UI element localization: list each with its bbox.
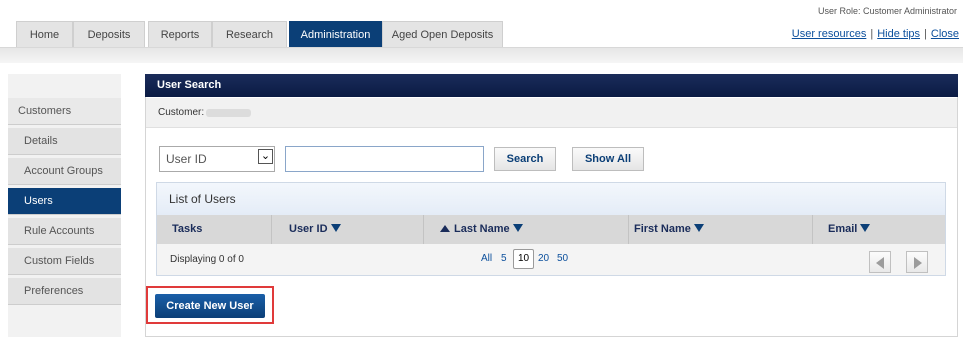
list-title: List of Users <box>157 183 945 215</box>
column-email[interactable]: Email <box>828 215 871 244</box>
page-size-50[interactable]: 50 <box>557 250 568 268</box>
filter-icon[interactable] <box>330 224 341 233</box>
pager-row <box>157 244 945 275</box>
tab-home[interactable]: Home <box>16 21 73 47</box>
customer-row: Customer: <box>146 98 957 128</box>
tab-deposits[interactable]: Deposits <box>73 21 145 47</box>
column-divider <box>812 215 813 244</box>
column-divider <box>628 215 629 244</box>
column-label: Tasks <box>172 223 203 235</box>
chevron-down-icon[interactable]: ⌄ <box>258 149 273 164</box>
customer-label: Customer: <box>158 107 205 118</box>
sidebar-item-custom-fields[interactable]: Custom Fields <box>8 248 121 275</box>
page-size-5[interactable]: 5 <box>501 250 507 268</box>
previous-page-button[interactable] <box>869 251 891 273</box>
column-user-id[interactable]: User ID <box>289 215 341 244</box>
column-first-name[interactable]: First Name <box>634 215 704 244</box>
column-tasks: Tasks <box>172 215 202 244</box>
user-role-label: User Role: Customer Administrator <box>817 6 957 16</box>
column-label: Last Name <box>454 223 510 235</box>
tab-reports[interactable]: Reports <box>148 21 212 47</box>
panel-title: User Search <box>145 74 958 97</box>
table-header <box>157 215 945 244</box>
customer-name-redacted <box>206 109 251 117</box>
nav-divider <box>0 47 963 63</box>
sidebar-item-preferences[interactable]: Preferences <box>8 278 121 305</box>
show-all-button[interactable]: Show All <box>572 147 644 171</box>
displaying-count: Displaying 0 of 0 <box>170 254 244 265</box>
filter-icon[interactable] <box>693 224 704 233</box>
column-divider <box>271 215 272 244</box>
close-link[interactable]: Close <box>931 28 959 40</box>
column-divider <box>423 215 424 244</box>
filter-icon[interactable] <box>860 224 871 233</box>
create-new-user-button[interactable]: Create New User <box>155 294 265 318</box>
tab-aged-open-deposits[interactable]: Aged Open Deposits <box>382 21 503 47</box>
chevron-left-icon <box>876 257 884 269</box>
page-size-10[interactable]: 10 <box>513 249 535 269</box>
page-size-all[interactable]: All <box>481 250 492 268</box>
chevron-right-icon <box>914 257 922 269</box>
filter-icon[interactable] <box>512 224 523 233</box>
sidebar-item-customers[interactable]: Customers <box>8 98 121 125</box>
page-size-20[interactable]: 20 <box>538 250 549 268</box>
sidebar-item-details[interactable]: Details <box>8 128 121 155</box>
link-separator: | <box>924 28 927 40</box>
link-separator: | <box>870 28 874 40</box>
column-label: Email <box>828 223 858 235</box>
tab-research[interactable]: Research <box>212 21 287 47</box>
sidebar-item-users[interactable]: Users <box>8 188 121 215</box>
sidebar-item-rule-accounts[interactable]: Rule Accounts <box>8 218 121 245</box>
top-links: User resources | Hide tips | Close <box>792 28 959 40</box>
search-button[interactable]: Search <box>494 147 556 171</box>
sidebar-item-account-groups[interactable]: Account Groups <box>8 158 121 185</box>
next-page-button[interactable] <box>906 251 928 273</box>
hide-tips-link[interactable]: Hide tips <box>877 28 920 40</box>
column-last-name[interactable]: Last Name <box>440 215 523 244</box>
tab-administration[interactable]: Administration <box>289 21 382 47</box>
column-label: User ID <box>289 223 328 235</box>
user-resources-link[interactable]: User resources <box>792 28 867 40</box>
search-input[interactable] <box>285 146 484 172</box>
column-label: First Name <box>634 223 691 235</box>
sort-ascending-icon[interactable] <box>440 224 450 232</box>
